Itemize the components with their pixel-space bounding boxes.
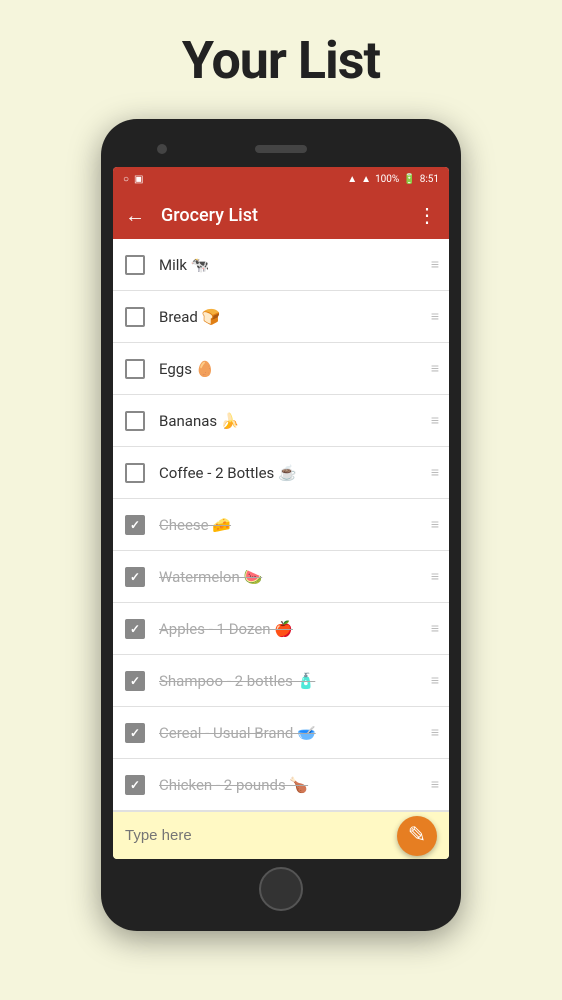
battery-percent: 100% xyxy=(375,174,399,185)
drag-handle-icon[interactable]: ≡ xyxy=(431,310,437,324)
drag-handle-icon[interactable]: ≡ xyxy=(431,518,437,532)
status-bar: ○ ▣ ▲ ▲ 100% 🔋 8:51 xyxy=(113,167,449,191)
list-item: Bananas 🍌≡ xyxy=(113,395,449,447)
add-item-button[interactable]: ✎ xyxy=(397,816,437,856)
signal-icon: ▲ xyxy=(361,174,371,185)
status-icon-circle: ○ xyxy=(123,174,129,185)
toolbar-title: Grocery List xyxy=(161,205,417,226)
list-item-checkbox[interactable] xyxy=(125,515,145,535)
list-item: Coffee - 2 Bottles ☕≡ xyxy=(113,447,449,499)
drag-handle-icon[interactable]: ≡ xyxy=(431,362,437,376)
status-right: ▲ ▲ 100% 🔋 8:51 xyxy=(347,174,439,185)
list-item-checkbox[interactable] xyxy=(125,411,145,431)
phone-screen: ○ ▣ ▲ ▲ 100% 🔋 8:51 ← Grocery List ⋮ Mil… xyxy=(113,167,449,859)
page-title: Your List xyxy=(182,30,380,91)
list-item-text: Shampoo - 2 bottles 🧴 xyxy=(159,672,431,690)
phone-frame: ○ ▣ ▲ ▲ 100% 🔋 8:51 ← Grocery List ⋮ Mil… xyxy=(101,119,461,931)
drag-handle-icon[interactable]: ≡ xyxy=(431,778,437,792)
list-item-checkbox[interactable] xyxy=(125,619,145,639)
drag-handle-icon[interactable]: ≡ xyxy=(431,258,437,272)
back-button[interactable]: ← xyxy=(125,203,145,228)
list-item-text: Cereal - Usual Brand 🥣 xyxy=(159,724,431,742)
list-item-checkbox[interactable] xyxy=(125,567,145,587)
drag-handle-icon[interactable]: ≡ xyxy=(431,466,437,480)
list-item: Cheese 🧀≡ xyxy=(113,499,449,551)
list-item: Apples - 1 Dozen 🍎≡ xyxy=(113,603,449,655)
type-here-input[interactable] xyxy=(125,827,397,844)
add-icon: ✎ xyxy=(408,823,426,848)
list-item-checkbox[interactable] xyxy=(125,307,145,327)
list-item: Bread 🍞≡ xyxy=(113,291,449,343)
home-button[interactable] xyxy=(259,867,303,911)
battery-icon: 🔋 xyxy=(403,174,415,185)
list-item: Chicken - 2 pounds 🍗≡ xyxy=(113,759,449,811)
drag-handle-icon[interactable]: ≡ xyxy=(431,726,437,740)
list-item-text: Watermelon 🍉 xyxy=(159,568,431,586)
list-item: Eggs 🥚≡ xyxy=(113,343,449,395)
list-item-text: Chicken - 2 pounds 🍗 xyxy=(159,776,431,794)
drag-handle-icon[interactable]: ≡ xyxy=(431,674,437,688)
phone-bottom xyxy=(113,867,449,911)
menu-button[interactable]: ⋮ xyxy=(417,203,437,227)
list-item-text: Bread 🍞 xyxy=(159,308,431,326)
phone-speaker xyxy=(255,145,307,153)
list-item-checkbox[interactable] xyxy=(125,255,145,275)
drag-handle-icon[interactable]: ≡ xyxy=(431,414,437,428)
phone-top-bar xyxy=(113,135,449,163)
phone-camera xyxy=(157,144,167,154)
status-left: ○ ▣ xyxy=(123,174,144,185)
app-toolbar: ← Grocery List ⋮ xyxy=(113,191,449,239)
list-item-text: Coffee - 2 Bottles ☕ xyxy=(159,464,431,482)
list-item-text: Cheese 🧀 xyxy=(159,516,431,534)
list-item-checkbox[interactable] xyxy=(125,359,145,379)
status-icon-square: ▣ xyxy=(134,174,143,185)
list-item-text: Milk 🐄 xyxy=(159,256,431,274)
list-item: Watermelon 🍉≡ xyxy=(113,551,449,603)
list-item-checkbox[interactable] xyxy=(125,671,145,691)
drag-handle-icon[interactable]: ≡ xyxy=(431,570,437,584)
list-item-checkbox[interactable] xyxy=(125,463,145,483)
list-item-text: Apples - 1 Dozen 🍎 xyxy=(159,620,431,638)
list-item: Milk 🐄≡ xyxy=(113,239,449,291)
list-item-checkbox[interactable] xyxy=(125,723,145,743)
grocery-list: Milk 🐄≡Bread 🍞≡Eggs 🥚≡Bananas 🍌≡Coffee -… xyxy=(113,239,449,811)
list-item: Cereal - Usual Brand 🥣≡ xyxy=(113,707,449,759)
wifi-icon: ▲ xyxy=(347,174,357,185)
bottom-bar: ✎ xyxy=(113,811,449,859)
drag-handle-icon[interactable]: ≡ xyxy=(431,622,437,636)
list-item-text: Eggs 🥚 xyxy=(159,360,431,378)
list-item-text: Bananas 🍌 xyxy=(159,412,431,430)
list-item-checkbox[interactable] xyxy=(125,775,145,795)
list-item: Shampoo - 2 bottles 🧴≡ xyxy=(113,655,449,707)
clock: 8:51 xyxy=(420,174,439,185)
